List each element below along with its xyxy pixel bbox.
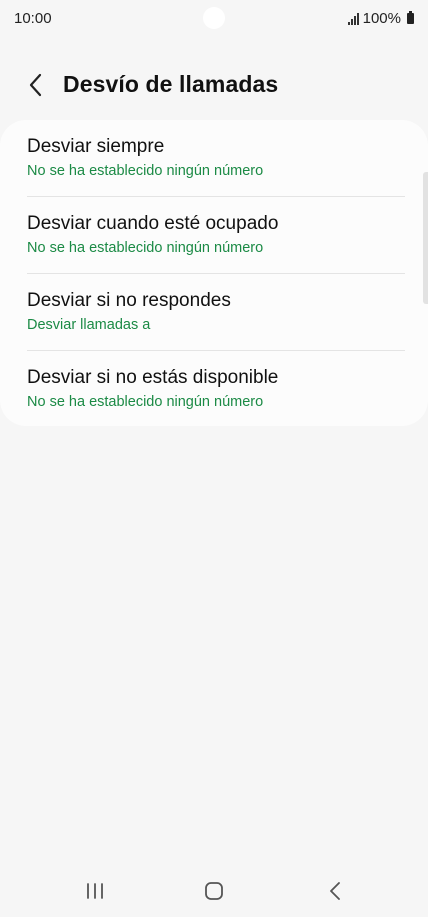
navigation-bar: [0, 864, 428, 917]
battery-percentage: 100%: [362, 10, 401, 27]
screen: 10:00 100% Desvío de llamadas Desviar si…: [0, 0, 428, 917]
list-item-subtitle: Desviar llamadas a: [27, 317, 151, 333]
list-item-forward-unavailable[interactable]: Desviar si no estás disponible No se ha …: [27, 351, 405, 427]
app-header: Desvío de llamadas: [0, 62, 428, 108]
status-time: 10:00: [14, 10, 52, 27]
home-icon: [205, 882, 223, 900]
list-item-title: Desviar cuando esté ocupado: [27, 213, 279, 234]
back-icon: [330, 882, 340, 900]
status-bar: 10:00 100%: [0, 0, 428, 38]
camera-cutout: [203, 7, 225, 29]
list-item-title: Desviar siempre: [27, 136, 165, 157]
status-icons: 100%: [347, 10, 414, 27]
list-item-forward-no-answer[interactable]: Desviar si no respondes Desviar llamadas…: [27, 274, 405, 350]
page-title: Desvío de llamadas: [63, 71, 279, 97]
list-item-title: Desviar si no respondes: [27, 290, 231, 311]
scrollbar[interactable]: [423, 172, 428, 304]
list-item-subtitle: No se ha establecido ningún número: [27, 163, 264, 179]
call-forwarding-list: Desviar siempre No se ha establecido nin…: [0, 120, 428, 426]
list-item-forward-when-busy[interactable]: Desviar cuando esté ocupado No se ha est…: [27, 197, 405, 273]
signal-icon: [347, 12, 359, 25]
recent-apps-button[interactable]: [75, 876, 115, 906]
list-item-subtitle: No se ha establecido ningún número: [27, 394, 264, 410]
chevron-left-icon: [29, 73, 42, 97]
home-button[interactable]: [194, 876, 234, 906]
list-item-title: Desviar si no estás disponible: [27, 367, 279, 388]
battery-icon: [407, 11, 414, 24]
list-item-subtitle: No se ha establecido ningún número: [27, 240, 264, 256]
back-button[interactable]: [22, 68, 50, 102]
nav-back-button[interactable]: [315, 876, 355, 906]
recent-apps-icon: [87, 883, 103, 899]
list-item-always-forward[interactable]: Desviar siempre No se ha establecido nin…: [27, 120, 405, 196]
